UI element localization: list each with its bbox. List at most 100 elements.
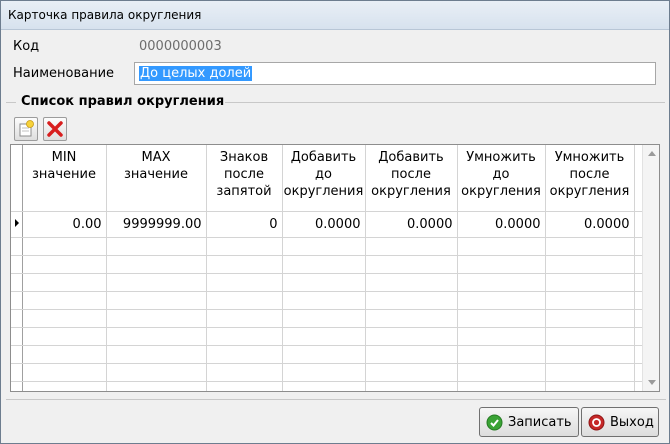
empty-cell[interactable]: [206, 327, 283, 346]
empty-table-row[interactable]: [11, 363, 644, 382]
column-header-min[interactable]: MIN значение: [22, 145, 107, 212]
scroll-down-icon[interactable]: [648, 380, 656, 385]
empty-cell[interactable]: [365, 273, 458, 292]
cell-decimals[interactable]: 0: [206, 211, 283, 238]
exit-button-label: Выход: [610, 414, 654, 430]
empty-cell[interactable]: [22, 381, 107, 391]
column-header-decimals[interactable]: Знаков после запятой: [206, 145, 283, 212]
add-row-button[interactable]: [14, 117, 38, 141]
empty-cell[interactable]: [457, 255, 546, 274]
cell-min[interactable]: 0.00: [22, 211, 107, 238]
title-bar[interactable]: Карточка правила округления: [1, 1, 669, 30]
empty-cell[interactable]: [545, 291, 635, 310]
empty-cell[interactable]: [545, 381, 635, 391]
empty-cell[interactable]: [457, 327, 546, 346]
empty-cell[interactable]: [206, 381, 283, 391]
empty-cell[interactable]: [22, 309, 107, 328]
cell-mul-after[interactable]: 0.0000: [545, 211, 635, 238]
empty-cell[interactable]: [365, 237, 458, 256]
empty-cell[interactable]: [545, 309, 635, 328]
empty-table-row[interactable]: [11, 291, 644, 310]
empty-cell[interactable]: [106, 309, 207, 328]
empty-cell[interactable]: [206, 255, 283, 274]
empty-cell[interactable]: [457, 273, 546, 292]
empty-cell[interactable]: [106, 255, 207, 274]
empty-cell[interactable]: [22, 363, 107, 382]
empty-cell[interactable]: [282, 363, 366, 382]
column-header-max[interactable]: MAX значение: [106, 145, 207, 212]
empty-cell[interactable]: [206, 363, 283, 382]
rules-grid[interactable]: MIN значение MAX значение Знаков после запят…: [10, 144, 660, 392]
table-row[interactable]: 0.00 9999999.00 0 0.0000 0.0000 0.0000 0…: [11, 211, 644, 238]
empty-cell[interactable]: [545, 345, 635, 364]
empty-cell[interactable]: [106, 363, 207, 382]
empty-cell[interactable]: [457, 291, 546, 310]
empty-table-row[interactable]: [11, 327, 644, 346]
empty-table-row[interactable]: [11, 237, 644, 256]
empty-cell[interactable]: [206, 309, 283, 328]
column-header-add-before[interactable]: Добавить до округления: [282, 145, 366, 212]
empty-cell[interactable]: [106, 381, 207, 391]
empty-cell[interactable]: [22, 237, 107, 256]
empty-table-row[interactable]: [11, 273, 644, 292]
empty-cell[interactable]: [282, 291, 366, 310]
empty-cell[interactable]: [545, 237, 635, 256]
empty-cell[interactable]: [106, 327, 207, 346]
cell-max[interactable]: 9999999.00: [106, 211, 207, 238]
empty-cell[interactable]: [106, 345, 207, 364]
empty-cell[interactable]: [457, 345, 546, 364]
save-button[interactable]: Записать: [479, 407, 579, 437]
empty-table-row[interactable]: [11, 345, 644, 364]
empty-table-row[interactable]: [11, 309, 644, 328]
empty-cell[interactable]: [282, 309, 366, 328]
empty-cell[interactable]: [457, 309, 546, 328]
cell-add-before[interactable]: 0.0000: [282, 211, 366, 238]
column-header-add-after[interactable]: Добавить после округления: [365, 145, 458, 212]
empty-cell[interactable]: [282, 237, 366, 256]
empty-cell[interactable]: [22, 291, 107, 310]
empty-cell[interactable]: [457, 237, 546, 256]
empty-cell[interactable]: [206, 273, 283, 292]
empty-cell[interactable]: [365, 345, 458, 364]
vertical-scrollbar[interactable]: [642, 145, 659, 391]
empty-cell[interactable]: [106, 273, 207, 292]
empty-cell[interactable]: [457, 381, 546, 391]
cell-mul-before[interactable]: 0.0000: [457, 211, 546, 238]
empty-cell[interactable]: [206, 291, 283, 310]
scroll-up-icon[interactable]: [648, 151, 656, 156]
add-row-icon: [19, 120, 34, 137]
empty-cell[interactable]: [22, 327, 107, 346]
empty-table-row[interactable]: [11, 255, 644, 274]
empty-cell[interactable]: [365, 309, 458, 328]
empty-cell[interactable]: [206, 345, 283, 364]
empty-cell[interactable]: [282, 381, 366, 391]
delete-row-button[interactable]: [43, 117, 67, 141]
empty-cell[interactable]: [106, 237, 207, 256]
empty-cell[interactable]: [545, 363, 635, 382]
name-input[interactable]: До целых долей: [134, 62, 656, 85]
empty-cell[interactable]: [457, 363, 546, 382]
empty-cell[interactable]: [365, 291, 458, 310]
empty-table-row[interactable]: [11, 381, 644, 391]
empty-cell[interactable]: [282, 327, 366, 346]
empty-cell[interactable]: [106, 291, 207, 310]
empty-cell[interactable]: [365, 363, 458, 382]
column-header-mul-after[interactable]: Умножить после округления: [545, 145, 635, 212]
empty-cell[interactable]: [545, 327, 635, 346]
empty-cell[interactable]: [282, 273, 366, 292]
empty-cell[interactable]: [545, 273, 635, 292]
empty-cell[interactable]: [282, 255, 366, 274]
cell-add-after[interactable]: 0.0000: [365, 211, 458, 238]
empty-cell[interactable]: [365, 327, 458, 346]
empty-cell[interactable]: [365, 255, 458, 274]
empty-cell[interactable]: [206, 237, 283, 256]
empty-cell[interactable]: [22, 255, 107, 274]
empty-cell[interactable]: [365, 381, 458, 391]
column-header-mul-before[interactable]: Умножить до округления: [457, 145, 546, 212]
empty-cell[interactable]: [282, 345, 366, 364]
empty-cell[interactable]: [22, 273, 107, 292]
exit-button[interactable]: Выход: [581, 407, 659, 437]
empty-cell[interactable]: [545, 255, 635, 274]
empty-cell[interactable]: [22, 345, 107, 364]
empty-cell: [11, 345, 23, 364]
